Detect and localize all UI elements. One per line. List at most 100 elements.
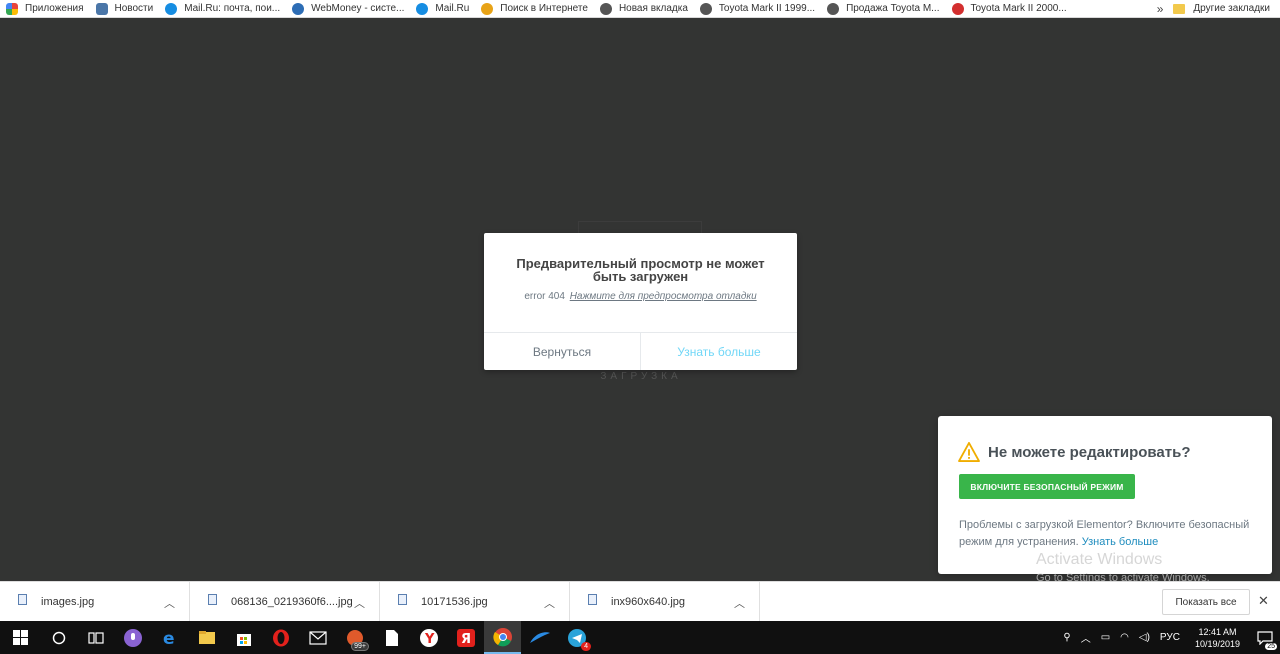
bookmark-mailru[interactable]: Mail.Ru <box>410 0 475 17</box>
globe-icon <box>699 2 712 15</box>
image-file-icon <box>588 594 597 605</box>
svg-text:e: e <box>163 629 175 647</box>
bookmark-toyota-1999[interactable]: Toyota Mark II 1999... <box>694 0 821 17</box>
downloads-bar: images.jpg ︿ 068136_0219360f6....jpg ︿ 1… <box>0 581 1280 622</box>
file-explorer-icon[interactable] <box>188 621 225 654</box>
bookmark-webmoney[interactable]: WebMoney - систе... <box>286 0 410 17</box>
notice-text: Проблемы с загрузкой Elementor? Включите… <box>959 517 1259 551</box>
vk-icon <box>95 2 108 15</box>
volume-icon[interactable]: ◁) <box>1134 632 1155 643</box>
bookmark-label: Приложения <box>25 3 84 14</box>
people-icon[interactable]: ⚲ <box>1058 632 1075 643</box>
mail-badge: 99+ <box>351 642 369 651</box>
chrome-icon[interactable] <box>484 621 521 654</box>
bookmark-toyota-sale[interactable]: Продажа Toyota M... <box>821 0 945 17</box>
image-file-icon <box>208 594 217 605</box>
start-button[interactable] <box>0 621 40 654</box>
bookmark-search[interactable]: Поиск в Интернете <box>475 0 594 17</box>
learn-more-button[interactable]: Узнать больше <box>641 333 797 370</box>
bookmark-news[interactable]: Новости <box>90 0 160 17</box>
bookmark-label: Поиск в Интернете <box>500 3 588 14</box>
app-swoosh-icon[interactable] <box>521 621 558 654</box>
activate-windows-watermark: Activate Windows Go to Settings to activ… <box>1036 551 1210 584</box>
mailru-icon <box>416 2 429 15</box>
show-all-downloads-button[interactable]: Показать все <box>1162 589 1250 615</box>
search-circle-icon[interactable] <box>40 621 77 654</box>
globe-icon <box>827 2 840 15</box>
dialog-title: Предварительный просмотр не может быть з… <box>516 256 765 284</box>
bookmark-toyota-2000[interactable]: Toyota Mark II 2000... <box>946 0 1073 17</box>
clock[interactable]: 12:41 AM 10/19/2019 <box>1185 626 1250 650</box>
drom-icon <box>951 2 964 15</box>
apps-grid-icon <box>6 2 18 15</box>
document-icon[interactable] <box>373 621 410 654</box>
image-file-icon <box>18 594 27 605</box>
svg-text:Y: Y <box>424 632 435 647</box>
bookmark-mailru-mail[interactable]: Mail.Ru: почта, пои... <box>159 0 286 17</box>
telegram-badge: 4 <box>581 642 591 651</box>
image-file-icon <box>398 594 407 605</box>
chevron-up-icon[interactable]: ︿ <box>734 595 745 611</box>
system-tray: ⚲ ︿ ▭ ◠ ◁) РУС 12:41 AM 10/19/2019 25 <box>1058 621 1280 654</box>
cortana-mic-icon[interactable] <box>114 621 151 654</box>
dialog-message: error 404 Нажмите для предпросмотра отла… <box>494 291 787 302</box>
bookmark-label: Toyota Mark II 2000... <box>970 3 1067 14</box>
bookmark-label: Новости <box>114 3 154 14</box>
windows-taskbar: e 99+ Y Я 4 ⚲ ︿ ▭ ◠ ◁) РУС 12:41 AM 10/1… <box>0 621 1280 654</box>
enable-safe-mode-button[interactable]: ВКЛЮЧИТЕ БЕЗОПАСНЫЙ РЕЖИМ <box>959 474 1135 499</box>
globe-icon <box>599 2 612 15</box>
download-filename: inx960x640.jpg <box>611 595 686 608</box>
chevron-up-icon[interactable]: ︿ <box>1076 630 1096 645</box>
bookmark-new-tab[interactable]: Новая вкладка <box>594 0 694 17</box>
chevron-up-icon[interactable]: ︿ <box>544 595 555 611</box>
telegram-icon[interactable]: 4 <box>558 621 595 654</box>
windows-logo-icon <box>12 630 28 645</box>
wifi-icon[interactable]: ◠ <box>1115 632 1134 643</box>
bookmarks-bar: Приложения Новости Mail.Ru: почта, пои..… <box>0 0 1280 18</box>
bookmark-label: Продажа Toyota M... <box>846 3 940 14</box>
clock-time: 12:41 AM <box>1198 626 1237 637</box>
bookmark-label: Mail.Ru <box>435 3 470 14</box>
chevron-up-icon[interactable]: ︿ <box>354 595 365 611</box>
task-view-icon[interactable] <box>77 621 114 654</box>
notice-title: Не можете редактировать? <box>988 443 1191 461</box>
preview-error-dialog: Предварительный просмотр не может быть з… <box>484 233 797 370</box>
bookmark-label: Новая вкладка <box>618 3 688 14</box>
notification-count: 25 <box>1265 643 1277 650</box>
debug-preview-link[interactable]: Нажмите для предпросмотра отладки <box>570 291 757 302</box>
action-center-button[interactable]: 25 <box>1250 621 1280 654</box>
close-icon[interactable]: ✕ <box>1258 593 1269 609</box>
edge-icon[interactable]: e <box>151 621 188 654</box>
download-filename: images.jpg <box>41 595 95 608</box>
opera-icon[interactable] <box>262 621 299 654</box>
other-bookmarks-label: Другие закладки <box>1193 3 1270 14</box>
yandex-icon[interactable]: Я <box>447 621 484 654</box>
download-filename: 10171536.jpg <box>421 595 488 608</box>
mailru-icon <box>165 2 178 15</box>
dialog-buttons: Вернуться Узнать больше <box>484 332 797 370</box>
go-back-button[interactable]: Вернуться <box>484 333 641 370</box>
battery-icon[interactable]: ▭ <box>1096 632 1115 643</box>
yandex-browser-icon[interactable]: Y <box>410 621 447 654</box>
bookmark-apps[interactable]: Приложения <box>0 0 90 17</box>
download-item[interactable]: images.jpg ︿ <box>0 581 190 622</box>
chevron-up-icon[interactable]: ︿ <box>164 595 175 611</box>
language-indicator[interactable]: РУС <box>1155 632 1185 643</box>
warning-icon <box>958 442 980 462</box>
other-bookmarks[interactable]: Другие закладки <box>1173 3 1280 14</box>
download-item[interactable]: inx960x640.jpg ︿ <box>570 581 760 622</box>
mail-icon[interactable] <box>299 621 336 654</box>
bookmark-label: Mail.Ru: почта, пои... <box>184 3 281 14</box>
key-search-icon <box>481 2 494 15</box>
store-icon[interactable] <box>225 621 262 654</box>
mail-agent-icon[interactable]: 99+ <box>336 621 373 654</box>
loading-text: ЗАГРУЗКА <box>600 371 682 382</box>
download-item[interactable]: 10171536.jpg ︿ <box>380 581 570 622</box>
bookmarks-overflow-button[interactable]: » <box>1147 2 1174 16</box>
clock-date: 10/19/2019 <box>1194 638 1240 649</box>
notice-learn-more-link[interactable]: Узнать больше <box>1082 536 1158 548</box>
bookmark-label: Toyota Mark II 1999... <box>718 3 816 14</box>
download-item[interactable]: 068136_0219360f6....jpg ︿ <box>190 581 380 622</box>
watermark-title: Activate Windows <box>1036 551 1163 568</box>
webmoney-icon <box>292 2 305 15</box>
